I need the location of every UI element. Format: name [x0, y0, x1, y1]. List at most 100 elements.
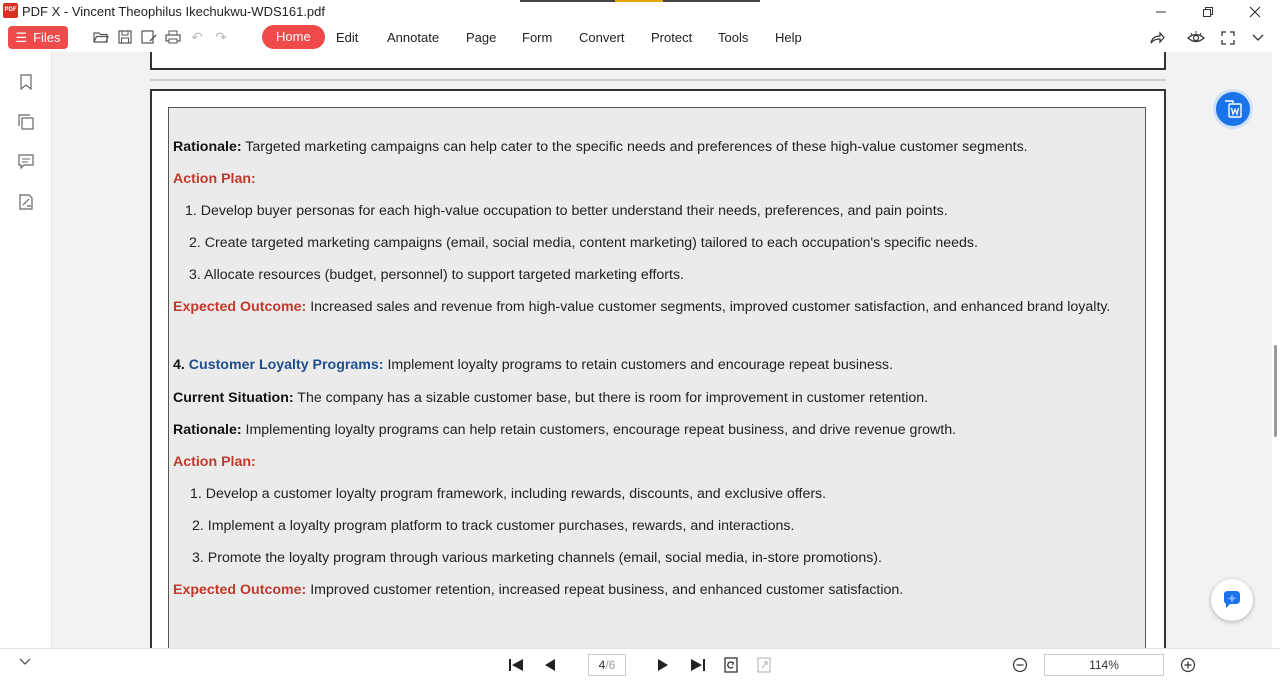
document-viewport[interactable]: Rationale: Targeted marketing campaigns … — [52, 52, 1272, 648]
line-text: 3. Promote the loyalty program through v… — [192, 550, 882, 566]
page-separator — [150, 79, 1166, 81]
rotate-icon — [724, 657, 738, 673]
convert-word-icon — [1225, 100, 1242, 118]
open-folder-glyph — [93, 32, 109, 43]
previous-page — [150, 52, 1166, 70]
collapse-sidebar-icon[interactable] — [16, 653, 34, 671]
redo-icon[interactable]: ↷ — [212, 28, 230, 46]
next-page-button[interactable] — [652, 654, 674, 676]
line-text: 1. Develop buyer personas for each high-… — [185, 203, 948, 219]
thumbnails-glyph — [18, 114, 34, 130]
comments-icon[interactable] — [16, 152, 36, 172]
menu-form[interactable]: Form — [522, 30, 552, 45]
ai-assistant-button[interactable] — [1211, 579, 1253, 621]
line-text: Improved customer retention, increased r… — [306, 582, 904, 598]
previous-page-button[interactable] — [539, 654, 561, 676]
line-text: Targeted marketing campaigns can help ca… — [241, 139, 1028, 155]
zoom-in-button[interactable] — [1177, 654, 1199, 676]
current-page: Rationale: Targeted marketing campaigns … — [150, 89, 1166, 648]
text-line: Rationale: Targeted marketing campaigns … — [173, 139, 1028, 155]
close-icon — [1249, 6, 1261, 18]
menu-annotate[interactable]: Annotate — [387, 30, 439, 45]
line-text: The company has a sizable customer base,… — [293, 390, 929, 406]
line-label: Expected Outcome: — [173, 582, 307, 598]
title-bar: PDF PDF X - Vincent Theophilus Ikechukwu… — [0, 0, 1280, 24]
minimize-icon — [1156, 11, 1166, 13]
eye-glyph — [1187, 31, 1205, 43]
minimize-button[interactable] — [1148, 2, 1174, 22]
list-item: 1. Develop buyer personas for each high-… — [185, 203, 948, 219]
vertical-scrollbar[interactable] — [1272, 52, 1280, 648]
share-icon[interactable] — [1147, 29, 1167, 47]
convert-to-word-button[interactable] — [1213, 89, 1253, 129]
pdf-app: PDF PDF X - Vincent Theophilus Ikechukwu… — [0, 0, 1280, 680]
line-text: Increased sales and revenue from high-va… — [306, 299, 1111, 315]
content-box: Rationale: Targeted marketing campaigns … — [168, 107, 1146, 648]
first-page-icon — [509, 659, 523, 671]
menu-page[interactable]: Page — [466, 30, 496, 45]
line-label: Current Situation: — [173, 390, 294, 406]
menu-bar: ☰ Files ↶ ↷ Home Edit Annotate Page Form… — [0, 24, 1280, 52]
thumbnails-icon[interactable] — [16, 112, 36, 132]
line-text: 1. Develop a customer loyalty program fr… — [190, 486, 827, 502]
menu-home[interactable]: Home — [262, 25, 325, 49]
open-folder-icon[interactable] — [92, 28, 110, 46]
line-label: Action Plan: — [173, 171, 256, 187]
scroll-thumb[interactable] — [1274, 345, 1277, 437]
restore-button[interactable] — [1195, 2, 1221, 22]
print-icon[interactable] — [164, 28, 182, 46]
comments-glyph — [18, 154, 34, 170]
share-glyph — [1150, 31, 1165, 44]
next-page-icon — [658, 659, 668, 671]
print-glyph — [165, 30, 181, 44]
list-item: 1. Develop a customer loyalty program fr… — [190, 486, 826, 502]
restore-icon — [1203, 7, 1213, 17]
text-line: Action Plan: — [173, 171, 256, 187]
last-page-button[interactable] — [687, 654, 709, 676]
window-title: PDF X - Vincent Theophilus Ikechukwu-WDS… — [22, 4, 325, 19]
undo-icon[interactable]: ↶ — [188, 28, 206, 46]
close-button[interactable] — [1242, 2, 1268, 22]
rotate-forward-icon — [757, 657, 771, 673]
app-logo: PDF — [3, 3, 18, 18]
files-button[interactable]: ☰ Files — [8, 26, 68, 49]
menu-protect[interactable]: Protect — [651, 30, 692, 45]
save-glyph — [118, 30, 132, 44]
first-page-button[interactable] — [505, 654, 527, 676]
save-icon[interactable] — [116, 28, 134, 46]
list-item: 2. Implement a loyalty program platform … — [192, 518, 794, 534]
save-as-icon[interactable] — [140, 28, 158, 46]
rotate-back-button[interactable] — [720, 654, 742, 676]
left-sidebar — [0, 52, 52, 680]
list-item: 3. Promote the loyalty program through v… — [192, 550, 882, 566]
menu-edit[interactable]: Edit — [336, 30, 358, 45]
signature-icon[interactable] — [16, 192, 36, 212]
section-number: 4. — [173, 357, 189, 373]
fullscreen-glyph — [1221, 31, 1235, 45]
menu-tools[interactable]: Tools — [718, 30, 748, 45]
fullscreen-icon[interactable] — [1218, 29, 1238, 47]
zoom-level-input[interactable]: 114% — [1044, 654, 1164, 676]
line-text: 3. Allocate resources (budget, personnel… — [189, 267, 685, 283]
hamburger-icon: ☰ — [15, 29, 28, 45]
zoom-out-icon — [1012, 657, 1028, 673]
ai-chat-icon — [1224, 591, 1240, 608]
text-line: Expected Outcome: Improved customer rete… — [173, 582, 903, 598]
page-number-input[interactable]: 4/6 — [588, 654, 626, 676]
menu-convert[interactable]: Convert — [579, 30, 625, 45]
chevron-glyph — [1252, 34, 1264, 41]
read-mode-icon[interactable] — [1186, 29, 1206, 47]
menu-help[interactable]: Help — [775, 30, 802, 45]
bookmark-icon[interactable] — [16, 72, 36, 92]
chevron-down-icon[interactable] — [1248, 29, 1268, 47]
line-label: Rationale: — [173, 139, 242, 155]
bookmark-glyph — [20, 74, 32, 90]
line-text: 2. Create targeted marketing campaigns (… — [189, 235, 978, 251]
zoom-out-button[interactable] — [1009, 654, 1031, 676]
rotate-forward-button[interactable] — [753, 654, 775, 676]
files-label: Files — [33, 30, 61, 45]
total-pages: /6 — [605, 658, 616, 672]
save-as-glyph — [141, 30, 157, 44]
section-title: Customer Loyalty Programs: — [188, 357, 384, 373]
line-label: Action Plan: — [173, 454, 256, 470]
